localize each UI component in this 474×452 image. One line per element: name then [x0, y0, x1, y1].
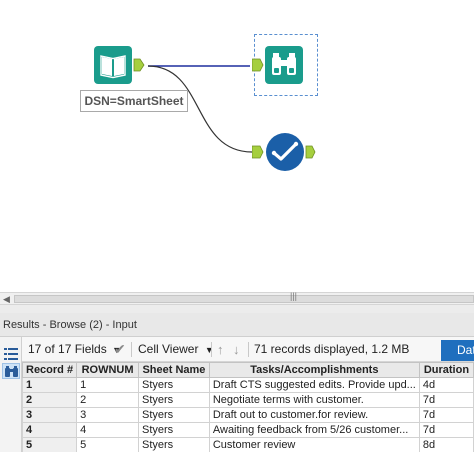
output-anchor: [133, 58, 145, 72]
cell-record[interactable]: 1: [22, 377, 78, 393]
column-header-duration[interactable]: Duration: [418, 362, 474, 378]
cell-task[interactable]: Awaiting feedback from 5/26 customer...: [208, 422, 420, 438]
cell-task[interactable]: Draft CTS suggested edits. Provide upd..…: [208, 377, 420, 393]
cell-sheet-name[interactable]: Styers: [138, 422, 210, 438]
record-number: 5: [26, 439, 33, 451]
cell-sheet-name[interactable]: Styers: [138, 392, 210, 408]
table-row[interactable]: 1 1 Styers Draft CTS suggested edits. Provi…: [22, 377, 474, 393]
workflow-canvas[interactable]: DSN=SmartSheet: [0, 0, 474, 292]
record-number: 1: [26, 379, 33, 391]
table-row[interactable]: 5 5 Styers Customer review 8d: [22, 437, 474, 452]
results-grid[interactable]: Record # ROWNUM Sheet Name Tasks/Accompl…: [22, 362, 474, 452]
column-header-sheet-name[interactable]: Sheet Name: [138, 362, 210, 378]
cell-sheet-name[interactable]: Styers: [138, 437, 210, 452]
cell-task[interactable]: Negotiate terms with customer.: [208, 392, 420, 408]
cell-sheet-name[interactable]: Styers: [138, 407, 210, 423]
table-header-row: Record # ROWNUM Sheet Name Tasks/Accompl…: [22, 362, 474, 378]
table-row[interactable]: 4 4 Styers Awaiting feedback from 5/26 cust…: [22, 422, 474, 438]
output-anchor: [305, 145, 316, 159]
record-number: 3: [26, 409, 33, 421]
check-circle-icon: [266, 133, 304, 171]
cell-record[interactable]: 4: [22, 422, 78, 438]
scrollbar-thumb[interactable]: [14, 295, 474, 303]
binoculars-icon[interactable]: [2, 363, 20, 379]
toolbar-divider: [131, 342, 132, 357]
cell-task[interactable]: Draft out to customer.for review.: [208, 407, 420, 423]
cell-viewer-label: Cell Viewer: [138, 342, 199, 356]
record-number: 4: [26, 424, 33, 436]
fields-dropdown-label: 17 of 17 Fields: [28, 342, 107, 356]
canvas-horizontal-scrollbar[interactable]: ◀ |||: [0, 291, 474, 305]
cell-viewer-dropdown[interactable]: Cell Viewer ▼: [138, 337, 214, 362]
column-header-record[interactable]: Record #: [22, 362, 78, 378]
cell-task[interactable]: Customer review: [208, 437, 420, 452]
arrow-down-icon[interactable]: ↓: [233, 337, 240, 362]
cell-rownum[interactable]: 5: [76, 437, 139, 452]
cell-rownum[interactable]: 3: [76, 407, 139, 423]
cell-duration[interactable]: 7d: [418, 407, 474, 423]
results-table: Record # ROWNUM Sheet Name Tasks/Accompl…: [22, 362, 474, 452]
input-data-tool[interactable]: [94, 46, 150, 86]
cell-duration[interactable]: 8d: [418, 437, 474, 452]
connections-layer: [147, 65, 253, 153]
scroll-left-icon[interactable]: ◀: [3, 294, 10, 305]
cell-rownum[interactable]: 1: [76, 377, 139, 393]
arrow-up-icon[interactable]: ↑: [217, 337, 224, 362]
column-header-rownum[interactable]: ROWNUM: [76, 362, 139, 378]
results-toolbar: 17 of 17 Fields ▼ ✔ Cell Viewer ▼ ↑ ↓ 71…: [22, 337, 474, 362]
output-tool[interactable]: [252, 132, 322, 172]
chevron-down-icon: ▼: [204, 345, 214, 355]
records-status: 71 records displayed, 1.2 MB: [254, 342, 410, 356]
toolbar-divider: [211, 342, 212, 357]
checkmark-icon[interactable]: ✔: [114, 337, 126, 362]
input-anchor: [252, 58, 264, 72]
list-icon[interactable]: [2, 346, 20, 362]
panel-splitter[interactable]: [0, 305, 474, 313]
toolbar-divider: [248, 342, 249, 357]
cell-duration[interactable]: 7d: [418, 422, 474, 438]
table-row[interactable]: 2 2 Styers Negotiate terms with customer. 7d: [22, 392, 474, 408]
cell-record[interactable]: 2: [22, 392, 78, 408]
cell-rownum[interactable]: 4: [76, 422, 139, 438]
fields-dropdown[interactable]: 17 of 17 Fields ▼: [28, 337, 121, 362]
data-button[interactable]: Data: [441, 340, 474, 361]
record-number: 2: [26, 394, 33, 406]
cell-record[interactable]: 5: [22, 437, 78, 452]
book-icon: [94, 46, 132, 84]
results-panel-title: Results - Browse (2) - Input: [0, 313, 474, 337]
input-tool-caption: DSN=SmartSheet: [80, 90, 188, 112]
browse-tool[interactable]: [252, 45, 316, 85]
results-side-toolbar: [0, 337, 22, 452]
cell-record[interactable]: 3: [22, 407, 78, 423]
table-row[interactable]: 3 3 Styers Draft out to customer.for review…: [22, 407, 474, 423]
scrollbar-grip-icon: |||: [290, 291, 298, 301]
cell-duration[interactable]: 7d: [418, 392, 474, 408]
cell-rownum[interactable]: 2: [76, 392, 139, 408]
cell-duration[interactable]: 4d: [418, 377, 474, 393]
input-anchor: [252, 145, 264, 159]
column-header-tasks[interactable]: Tasks/Accomplishments: [208, 362, 420, 378]
cell-sheet-name[interactable]: Styers: [138, 377, 210, 393]
